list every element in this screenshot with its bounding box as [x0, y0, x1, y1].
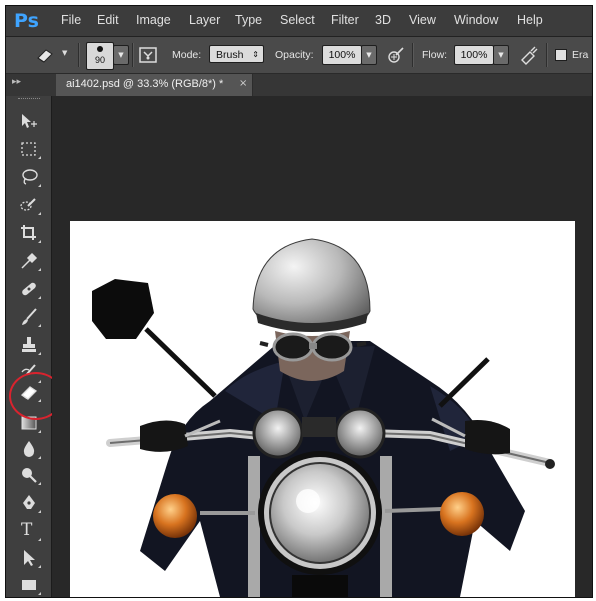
menu-filter[interactable]: Filter: [331, 13, 359, 27]
stamp-icon: [22, 337, 36, 352]
quick-select-icon: [20, 198, 36, 211]
motorcycle-rider-photo: [92, 238, 555, 597]
chevron-down-icon: ▼: [366, 51, 372, 59]
options-divider: [132, 43, 134, 67]
dodge-icon: [22, 468, 37, 483]
menu-file[interactable]: File: [61, 13, 81, 27]
photoshop-window: Ps File Edit Image Layer Type Select Fil…: [5, 5, 593, 598]
options-divider: [546, 43, 548, 67]
opacity-dropdown[interactable]: ▼: [361, 45, 377, 65]
opacity-label: Opacity:: [275, 49, 314, 61]
rectangle-icon: [22, 580, 36, 590]
updown-icon: ⇕: [252, 50, 259, 59]
brush-tool[interactable]: [16, 306, 42, 328]
collapse-toolbox-icon[interactable]: ▸▸: [12, 77, 21, 87]
toolbox: T: [6, 96, 52, 597]
eyedropper-icon: [21, 252, 38, 269]
opacity-input[interactable]: 100%: [322, 45, 362, 65]
blur-tool[interactable]: [16, 438, 42, 460]
options-divider: [412, 43, 414, 67]
move-icon: [22, 114, 37, 128]
erase-to-history-label: Era: [572, 49, 589, 61]
airbrush-icon: [521, 46, 538, 65]
brush-size-dropdown[interactable]: ▼: [113, 45, 129, 65]
airbrush-toggle[interactable]: [519, 45, 539, 65]
quick-select-tool[interactable]: [16, 194, 42, 216]
close-icon[interactable]: ×: [239, 78, 247, 89]
dodge-tool[interactable]: [16, 464, 42, 486]
options-divider: [78, 43, 80, 67]
blur-icon: [23, 441, 35, 457]
options-bar: ▼ 90 ▼ Mode: Brush ⇕ Opacity: 100% ▼ Flo…: [6, 37, 592, 74]
toolbox-grip[interactable]: [18, 98, 40, 101]
flow-dropdown[interactable]: ▼: [493, 45, 509, 65]
flow-label: Flow:: [422, 49, 448, 61]
menu-view[interactable]: View: [409, 13, 436, 27]
mode-label: Mode:: [172, 49, 202, 61]
document-tab[interactable]: ai1402.psd @ 33.3% (RGB/8*) * ×: [56, 74, 253, 96]
brush-panel-icon: [139, 47, 157, 63]
brush-icon: [22, 308, 37, 325]
chevron-down-icon: ▼: [118, 51, 124, 59]
menu-window[interactable]: Window: [454, 13, 498, 27]
menu-select[interactable]: Select: [280, 13, 315, 27]
clone-stamp-tool[interactable]: [16, 334, 42, 356]
marquee-tool[interactable]: [16, 138, 42, 160]
chevron-down-icon: ▼: [62, 49, 68, 57]
menu-layer[interactable]: Layer: [189, 13, 220, 27]
document-workspace: [52, 96, 592, 597]
pressure-icon: [388, 47, 404, 63]
pen-icon: [23, 495, 35, 509]
mode-value: Brush: [216, 49, 244, 61]
chevron-down-icon: ▼: [498, 51, 504, 59]
brush-panel-toggle[interactable]: [138, 45, 158, 65]
menu-edit[interactable]: Edit: [97, 13, 119, 27]
menu-help[interactable]: Help: [517, 13, 543, 27]
menu-3d[interactable]: 3D: [375, 13, 391, 27]
erase-to-history-checkbox[interactable]: [555, 49, 567, 61]
crop-icon: [21, 225, 36, 240]
brush-tip-icon: [97, 46, 103, 52]
menu-type[interactable]: Type: [235, 13, 262, 27]
type-icon: T: [21, 520, 33, 540]
document-tab-bar: ▸▸ ai1402.psd @ 33.3% (RGB/8*) * ×: [6, 74, 592, 96]
move-tool[interactable]: [16, 110, 42, 132]
pressure-opacity-toggle[interactable]: [386, 45, 406, 65]
spot-heal-icon: [22, 282, 36, 296]
tool-preset-picker[interactable]: ▼: [30, 45, 72, 65]
lasso-tool[interactable]: [16, 166, 42, 188]
pen-tool[interactable]: [16, 492, 42, 514]
crop-tool[interactable]: [16, 222, 42, 244]
app-logo: Ps: [14, 10, 39, 32]
document-canvas[interactable]: [70, 221, 575, 597]
marquee-icon: [21, 142, 36, 156]
lasso-icon: [22, 169, 38, 185]
spot-heal-tool[interactable]: [16, 278, 42, 300]
brush-size-value: 90: [94, 55, 105, 65]
eraser-icon: [37, 49, 53, 63]
document-tab-title: ai1402.psd @ 33.3% (RGB/8*) *: [66, 78, 224, 90]
path-select-icon: [24, 550, 35, 566]
menu-image[interactable]: Image: [136, 13, 171, 27]
flow-input[interactable]: 100%: [454, 45, 494, 65]
type-tool[interactable]: T: [16, 520, 42, 542]
menu-bar: Ps File Edit Image Layer Type Select Fil…: [6, 6, 592, 37]
rectangle-tool[interactable]: [16, 574, 42, 596]
mode-select[interactable]: Brush ⇕: [209, 45, 264, 63]
path-selection-tool[interactable]: [16, 547, 42, 569]
brush-size-picker[interactable]: 90: [86, 42, 114, 70]
eyedropper-tool[interactable]: [16, 250, 42, 272]
